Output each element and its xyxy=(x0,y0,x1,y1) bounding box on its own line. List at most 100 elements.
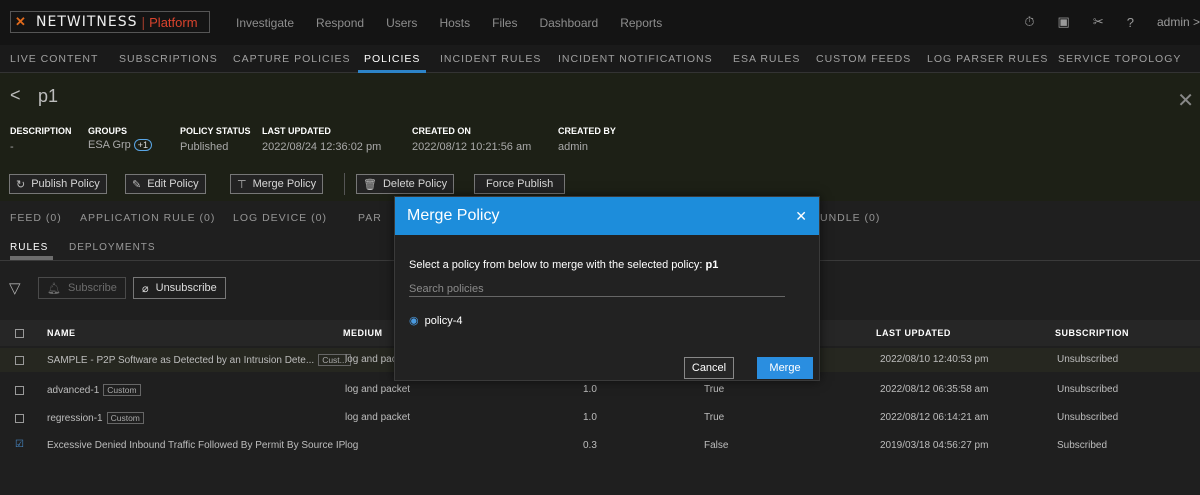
publish-policy-button[interactable]: ↻ Publish Policy xyxy=(9,174,107,194)
tab-live-content[interactable]: LIVE CONTENT xyxy=(10,53,98,65)
rule-name-text: regression-1 xyxy=(47,413,103,424)
cancel-button[interactable]: Cancel xyxy=(684,357,734,379)
rule-name: advanced-1 Custom xyxy=(47,384,141,396)
policy-option[interactable]: ◉ policy-4 xyxy=(409,314,463,327)
rule-subscription: Unsubscribed xyxy=(1057,412,1119,423)
top-bar: ✕ NETWITNESS | Platform Investigate Resp… xyxy=(0,0,1200,45)
user-menu[interactable]: admin > xyxy=(1157,15,1200,29)
tab-log-device[interactable]: LOG DEVICE (0) xyxy=(233,212,327,224)
tab-log-parser-rules[interactable]: LOG PARSER RULES xyxy=(927,53,1048,65)
tab-incident-rules[interactable]: INCIDENT RULES xyxy=(440,53,541,65)
tab-bundle[interactable]: UNDLE (0) xyxy=(820,212,880,224)
unsubscribe-button[interactable]: ⌀ Unsubscribe xyxy=(133,277,226,299)
tab-custom-feeds[interactable]: CUSTOM FEEDS xyxy=(816,53,911,65)
brand-logo[interactable]: ✕ NETWITNESS | Platform xyxy=(10,11,210,33)
select-all-checkbox[interactable] xyxy=(15,329,24,338)
rule-version: 0.3 xyxy=(583,440,597,451)
edit-icon: ✎ xyxy=(132,178,142,191)
tab-service-topology[interactable]: SERVICE TOPOLOGY xyxy=(1058,53,1181,65)
tab-subscriptions[interactable]: SUBSCRIPTIONS xyxy=(119,53,218,65)
description-label: DESCRIPTION xyxy=(10,126,72,136)
subscribe-button[interactable]: 🔔︎ Subscribe xyxy=(38,277,126,299)
unsubscribe-label: Unsubscribe xyxy=(155,282,217,294)
nav-users[interactable]: Users xyxy=(386,16,417,30)
rule-subscription: Subscribed xyxy=(1057,440,1108,451)
row-checkbox[interactable] xyxy=(15,386,24,395)
rule-updated: 2022/08/10 12:40:53 pm xyxy=(880,354,989,365)
rule-name-text: advanced-1 xyxy=(47,385,100,396)
rule-tag: Custom xyxy=(103,384,141,396)
rule-medium: log and packet xyxy=(345,412,411,423)
force-publish-button[interactable]: Force Publish xyxy=(474,174,566,194)
nav-hosts[interactable]: Hosts xyxy=(439,16,470,30)
bell-icon: 🔔︎ xyxy=(47,282,61,295)
rule-medium: log and packet xyxy=(345,384,411,395)
merge-button[interactable]: Merge xyxy=(757,357,813,379)
dialog-close-icon[interactable]: ✕ xyxy=(795,208,807,225)
table-row[interactable]: ☑ Excessive Denied Inbound Traffic Follo… xyxy=(0,434,1200,458)
checked-checkbox-icon[interactable]: ☑ xyxy=(15,439,24,450)
tab-deployments[interactable]: DEPLOYMENTS xyxy=(69,242,156,253)
search-policies-input[interactable]: Search policies xyxy=(409,283,785,297)
delete-policy-button[interactable]: 🗑 Delete Policy xyxy=(356,174,455,194)
toolbar-divider xyxy=(344,173,345,195)
brand-name: NETWITNESS xyxy=(36,14,138,30)
tab-parser[interactable]: PAR xyxy=(358,212,382,224)
col-medium[interactable]: MEDIUM xyxy=(343,328,383,338)
edit-policy-button[interactable]: ✎ Edit Policy xyxy=(125,174,206,194)
tab-esa-rules[interactable]: ESA RULES xyxy=(733,53,800,65)
timer-icon[interactable]: ⏱ xyxy=(1024,14,1034,30)
rule-updated: 2019/03/18 04:56:27 pm xyxy=(880,440,989,451)
col-last-updated[interactable]: LAST UPDATED xyxy=(876,328,951,338)
tools-icon[interactable]: ✂ xyxy=(1093,14,1104,30)
row-checkbox[interactable] xyxy=(15,414,24,423)
description-value: - xyxy=(10,141,14,153)
policy-title: p1 xyxy=(38,86,59,106)
policy-option-label: policy-4 xyxy=(424,315,463,327)
dialog-instructions: Select a policy from below to merge with… xyxy=(409,259,718,271)
close-icon[interactable]: ✕ xyxy=(1177,88,1194,113)
table-row[interactable]: regression-1 Custom log and packet 1.0 Tr… xyxy=(0,406,1200,430)
help-icon[interactable]: ? xyxy=(1127,15,1134,30)
createdby-label: CREATED BY xyxy=(558,126,616,136)
created-label: CREATED ON xyxy=(412,126,471,136)
rule-flag: True xyxy=(704,412,725,423)
tab-rules[interactable]: RULES xyxy=(10,242,48,253)
groups-name: ESA Grp xyxy=(88,139,131,151)
selected-policy-name: p1 xyxy=(705,259,719,271)
rule-version: 1.0 xyxy=(583,384,597,395)
merge-icon: ⊤ xyxy=(237,178,247,191)
row-checkbox[interactable] xyxy=(15,356,24,365)
tab-policies[interactable]: POLICIES xyxy=(364,53,420,65)
groups-more-badge[interactable]: +1 xyxy=(133,139,153,151)
table-row[interactable]: advanced-1 Custom log and packet 1.0 True… xyxy=(0,378,1200,402)
tab-capture-policies[interactable]: CAPTURE POLICIES xyxy=(233,53,351,65)
dialog-title: Merge Policy xyxy=(407,207,500,224)
rule-subscription: Unsubscribed xyxy=(1057,384,1119,395)
radio-selected-icon[interactable]: ◉ xyxy=(409,315,419,327)
rule-flag: True xyxy=(704,384,725,395)
col-subscription[interactable]: SUBSCRIPTION xyxy=(1055,328,1129,338)
netwitness-logo-icon: ✕ xyxy=(15,14,26,29)
createdby-value: admin xyxy=(558,141,588,153)
filter-icon[interactable]: ▽ xyxy=(9,279,21,297)
rule-tag: Custom xyxy=(106,412,144,424)
nav-files[interactable]: Files xyxy=(492,16,517,30)
nav-respond[interactable]: Respond xyxy=(316,16,364,30)
merge-policy-button[interactable]: ⊤ Merge Policy xyxy=(230,174,324,194)
bell-off-icon: ⌀ xyxy=(142,282,149,295)
nav-dashboard[interactable]: Dashboard xyxy=(539,16,598,30)
status-value: Published xyxy=(180,141,229,153)
tab-feed[interactable]: FEED (0) xyxy=(10,212,62,224)
nav-reports[interactable]: Reports xyxy=(620,16,662,30)
tab-application-rule[interactable]: APPLICATION RULE (0) xyxy=(80,212,215,224)
main-nav: Investigate Respond Users Hosts Files Da… xyxy=(236,16,684,30)
status-label: POLICY STATUS xyxy=(180,126,251,136)
tasks-icon[interactable]: ▣ xyxy=(1058,14,1070,30)
subscribe-label: Subscribe xyxy=(67,282,117,294)
nav-investigate[interactable]: Investigate xyxy=(236,16,294,30)
col-name[interactable]: NAME xyxy=(47,328,76,338)
tab-incident-notifications[interactable]: INCIDENT NOTIFICATIONS xyxy=(558,53,713,65)
edit-policy-label: Edit Policy xyxy=(147,178,199,190)
back-icon[interactable]: < xyxy=(10,85,21,106)
